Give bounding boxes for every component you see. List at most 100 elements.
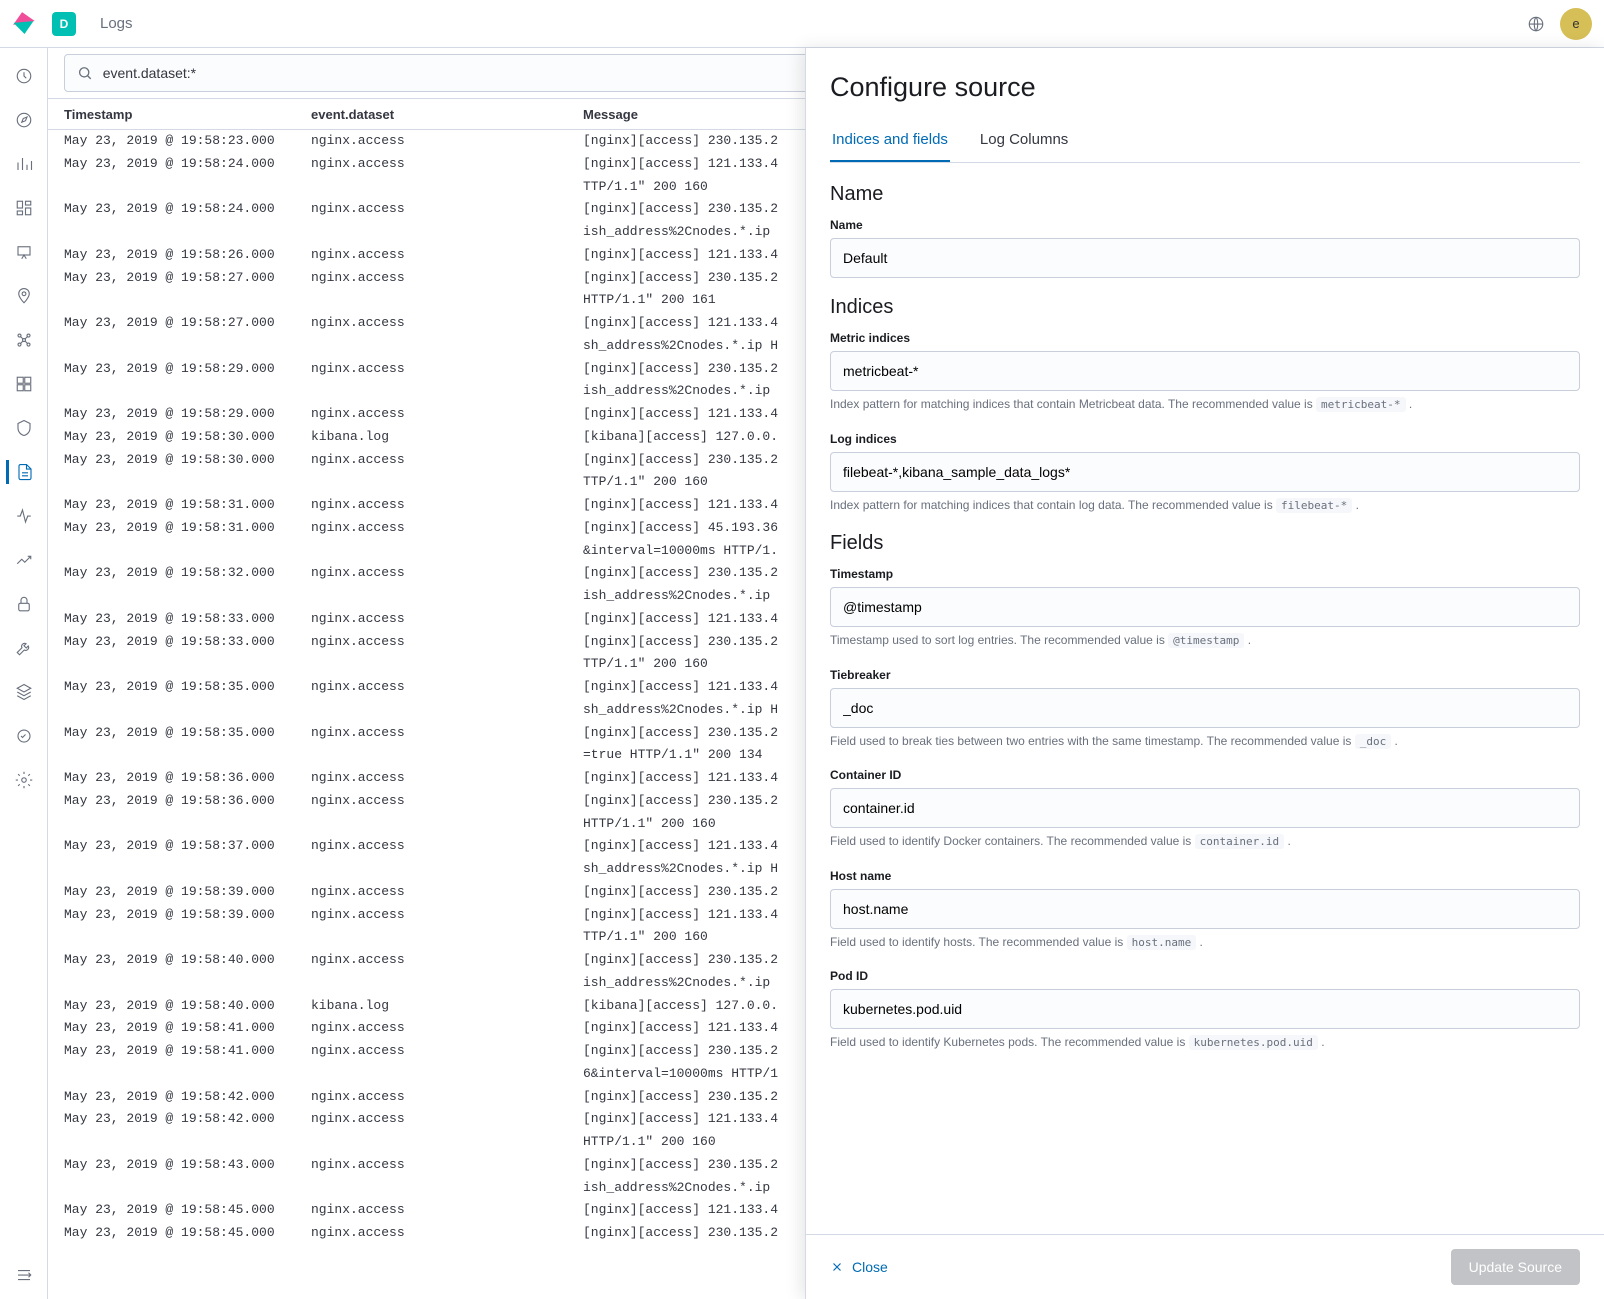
cell-dataset: nginx.access	[311, 1222, 583, 1245]
cell-dataset: nginx.access	[311, 1199, 583, 1222]
form-row-container: Container ID Field used to identify Dock…	[830, 768, 1580, 851]
cell-dataset: nginx.access	[311, 722, 583, 745]
space-selector[interactable]: D	[52, 12, 76, 36]
cell-dataset: nginx.access	[311, 1108, 583, 1131]
cell-timestamp: May 23, 2019 @ 19:58:42.000	[64, 1108, 311, 1131]
cell-dataset: kibana.log	[311, 995, 583, 1018]
nav-devtools-icon[interactable]	[8, 636, 40, 660]
cell-timestamp: May 23, 2019 @ 19:58:39.000	[64, 881, 311, 904]
section-fields-heading: Fields	[830, 532, 1580, 555]
update-source-button[interactable]: Update Source	[1451, 1249, 1580, 1285]
cell-dataset: nginx.access	[311, 312, 583, 335]
cell-timestamp: May 23, 2019 @ 19:58:33.000	[64, 608, 311, 631]
label-tiebreaker: Tiebreaker	[830, 668, 1580, 682]
label-pod: Pod ID	[830, 969, 1580, 983]
nav-logs-icon[interactable]	[6, 460, 38, 484]
nav-discover-icon[interactable]	[8, 108, 40, 132]
tabs: Indices and fields Log Columns	[830, 119, 1580, 163]
kibana-logo-icon[interactable]	[12, 12, 36, 36]
nav-canvas-icon[interactable]	[8, 240, 40, 264]
help-hostname: Field used to identify hosts. The recomm…	[830, 933, 1580, 952]
cell-dataset: nginx.access	[311, 881, 583, 904]
nav-dashboard-icon[interactable]	[8, 196, 40, 220]
cell-timestamp: May 23, 2019 @ 19:58:29.000	[64, 358, 311, 381]
form-row-hostname: Host name Field used to identify hosts. …	[830, 869, 1580, 952]
help-log: Index pattern for matching indices that …	[830, 496, 1580, 515]
cell-dataset: nginx.access	[311, 790, 583, 813]
nav-apm-icon[interactable]	[8, 504, 40, 528]
flyout-body[interactable]: Indices and fields Log Columns Name Name…	[806, 107, 1604, 1234]
cell-dataset: nginx.access	[311, 904, 583, 927]
col-dataset: event.dataset	[311, 107, 583, 122]
cell-timestamp: May 23, 2019 @ 19:58:26.000	[64, 244, 311, 267]
cell-timestamp: May 23, 2019 @ 19:58:40.000	[64, 949, 311, 972]
cell-dataset: nginx.access	[311, 835, 583, 858]
cell-dataset: nginx.access	[311, 562, 583, 585]
input-tiebreaker[interactable]	[830, 688, 1580, 728]
cell-dataset: nginx.access	[311, 631, 583, 654]
cell-dataset: nginx.access	[311, 1017, 583, 1040]
cell-dataset: nginx.access	[311, 153, 583, 176]
close-button[interactable]: Close	[830, 1259, 888, 1275]
input-container[interactable]	[830, 788, 1580, 828]
cell-dataset: nginx.access	[311, 1154, 583, 1177]
cell-dataset: nginx.access	[311, 244, 583, 267]
nav-uptime-icon[interactable]	[8, 548, 40, 572]
input-metric[interactable]	[830, 351, 1580, 391]
cell-dataset: kibana.log	[311, 426, 583, 449]
cell-dataset: nginx.access	[311, 1040, 583, 1063]
cell-timestamp: May 23, 2019 @ 19:58:39.000	[64, 904, 311, 927]
input-name[interactable]	[830, 238, 1580, 278]
nav-visualize-icon[interactable]	[8, 152, 40, 176]
nav-recent-icon[interactable]	[8, 64, 40, 88]
help-pod: Field used to identify Kubernetes pods. …	[830, 1033, 1580, 1052]
label-hostname: Host name	[830, 869, 1580, 883]
label-timestamp: Timestamp	[830, 567, 1580, 581]
nav-collapse-icon[interactable]	[8, 1263, 40, 1287]
form-row-name: Name	[830, 218, 1580, 278]
avatar[interactable]: e	[1560, 8, 1592, 40]
cell-timestamp: May 23, 2019 @ 19:58:24.000	[64, 198, 311, 221]
input-pod[interactable]	[830, 989, 1580, 1029]
cell-dataset: nginx.access	[311, 1086, 583, 1109]
nav-security-icon[interactable]	[8, 592, 40, 616]
cell-dataset: nginx.access	[311, 267, 583, 290]
col-message: Message	[583, 107, 638, 122]
nav-management-icon[interactable]	[8, 768, 40, 792]
section-name-heading: Name	[830, 183, 1580, 206]
label-metric: Metric indices	[830, 331, 1580, 345]
label-log: Log indices	[830, 432, 1580, 446]
cell-timestamp: May 23, 2019 @ 19:58:31.000	[64, 517, 311, 540]
nav-stack-icon[interactable]	[8, 680, 40, 704]
cell-timestamp: May 23, 2019 @ 19:58:36.000	[64, 767, 311, 790]
cell-timestamp: May 23, 2019 @ 19:58:32.000	[64, 562, 311, 585]
cell-timestamp: May 23, 2019 @ 19:58:36.000	[64, 790, 311, 813]
breadcrumb: Logs	[100, 15, 133, 32]
cell-timestamp: May 23, 2019 @ 19:58:30.000	[64, 449, 311, 472]
cell-timestamp: May 23, 2019 @ 19:58:40.000	[64, 995, 311, 1018]
cell-dataset: nginx.access	[311, 949, 583, 972]
tab-log-columns[interactable]: Log Columns	[978, 119, 1070, 162]
tab-indices[interactable]: Indices and fields	[830, 119, 950, 162]
form-row-pod: Pod ID Field used to identify Kubernetes…	[830, 969, 1580, 1052]
cell-timestamp: May 23, 2019 @ 19:58:45.000	[64, 1222, 311, 1245]
cell-timestamp: May 23, 2019 @ 19:58:24.000	[64, 153, 311, 176]
nav-ml-icon[interactable]	[8, 328, 40, 352]
col-timestamp: Timestamp	[64, 107, 311, 122]
nav-infra-icon[interactable]	[8, 372, 40, 396]
cell-timestamp: May 23, 2019 @ 19:58:33.000	[64, 631, 311, 654]
nav-monitoring-icon[interactable]	[8, 724, 40, 748]
input-hostname[interactable]	[830, 889, 1580, 929]
nav-siem-icon[interactable]	[8, 416, 40, 440]
input-timestamp[interactable]	[830, 587, 1580, 627]
cell-dataset: nginx.access	[311, 358, 583, 381]
nav-maps-icon[interactable]	[8, 284, 40, 308]
cell-timestamp: May 23, 2019 @ 19:58:42.000	[64, 1086, 311, 1109]
cell-timestamp: May 23, 2019 @ 19:58:27.000	[64, 267, 311, 290]
side-nav	[0, 48, 48, 1299]
label-container: Container ID	[830, 768, 1580, 782]
newsfeed-icon[interactable]	[1520, 8, 1552, 40]
flyout: Configure source Indices and fields Log …	[805, 48, 1604, 1299]
cell-dataset: nginx.access	[311, 608, 583, 631]
input-log[interactable]	[830, 452, 1580, 492]
